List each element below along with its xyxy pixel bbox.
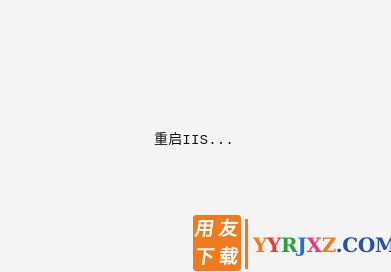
watermark-url-part: Z bbox=[321, 233, 336, 257]
watermark-logo: 用 友 下 载 YYRJXZ.COM bbox=[193, 215, 391, 271]
watermark-badge-char: 用 bbox=[194, 217, 217, 240]
status-message: 重启IIS... bbox=[154, 133, 235, 149]
watermark-url-part: X bbox=[306, 233, 322, 257]
watermark-url-part: Y bbox=[266, 233, 281, 257]
watermark-divider bbox=[245, 219, 248, 269]
watermark-url-part: .COM bbox=[335, 233, 391, 257]
watermark-badge-char: 载 bbox=[218, 245, 241, 268]
watermark-url-part: Y bbox=[253, 233, 267, 257]
watermark-badge-char: 友 bbox=[218, 217, 241, 240]
restart-iis-screen: 重启IIS... 用 友 下 载 YYRJXZ.COM bbox=[0, 0, 391, 272]
watermark-url-part: R bbox=[280, 233, 298, 257]
watermark-badge: 用 友 下 载 bbox=[193, 215, 241, 271]
watermark-badge-char: 下 bbox=[194, 245, 217, 268]
watermark-url: YYRJXZ.COM bbox=[253, 233, 391, 257]
